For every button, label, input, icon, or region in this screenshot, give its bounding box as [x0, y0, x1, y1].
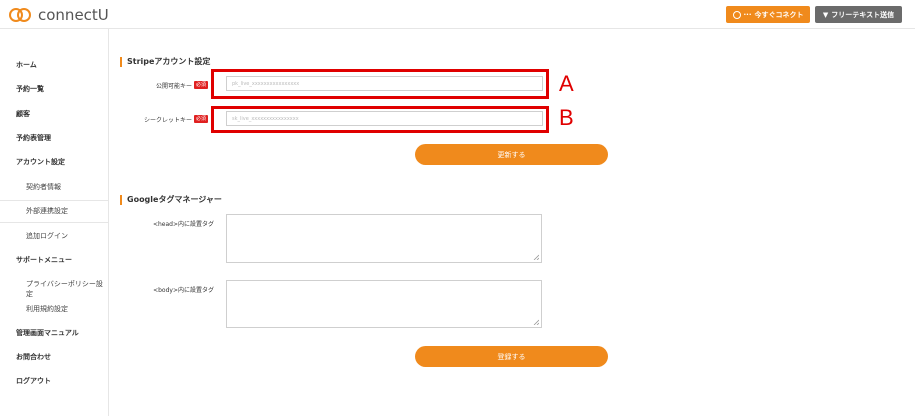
free-text-send-button[interactable]: ▼ フリーテキスト送信 — [815, 6, 902, 23]
sidebar-item-contact[interactable]: お問合わせ — [0, 352, 108, 362]
gtm-section-title: Googleタグマネージャー — [120, 195, 222, 205]
sidebar-item-external-integration[interactable]: 外部連携設定 — [0, 200, 108, 223]
annotation-box-a — [211, 69, 549, 99]
sidebar-item-home[interactable]: ホーム — [0, 60, 108, 70]
app-header: connectU ··· 今すぐコネクト ▼ フリーテキスト送信 — [0, 0, 915, 29]
body-tag-label: <body>内に設置タグ — [153, 287, 214, 294]
connectu-logo[interactable]: connectU — [9, 5, 109, 25]
annotation-label-b: B — [559, 105, 574, 130]
connect-now-button[interactable]: ··· 今すぐコネクト — [726, 6, 810, 23]
sidebar: ホーム 予約一覧 顧客 予約表管理 アカウント設定 契約者情報 外部連携設定 追… — [0, 29, 109, 416]
sidebar-item-terms[interactable]: 利用規約設定 — [0, 304, 108, 314]
register-button[interactable]: 登録する — [415, 346, 608, 367]
secret-key-label: シークレットキー — [143, 117, 192, 124]
update-button[interactable]: 更新する — [415, 144, 608, 165]
resize-grip-icon[interactable] — [533, 254, 539, 260]
stripe-section-title: Stripeアカウント設定 — [120, 57, 210, 67]
sidebar-item-schedule-management[interactable]: 予約表管理 — [0, 133, 108, 143]
public-key-required-badge: 必須 — [194, 81, 209, 89]
sidebar-item-support-menu[interactable]: サポートメニュー — [0, 255, 108, 265]
connect-icon — [732, 10, 741, 19]
free-text-send-label: フリーテキスト送信 — [831, 10, 895, 19]
annotation-box-b — [211, 106, 549, 133]
secret-key-required-badge: 必須 — [194, 115, 209, 123]
send-icon: ▼ — [822, 10, 829, 19]
head-tag-textarea[interactable] — [226, 214, 542, 263]
sidebar-item-privacy-policy[interactable]: プライバシーポリシー設定 — [0, 279, 108, 299]
sidebar-item-customers[interactable]: 顧客 — [0, 109, 108, 119]
logo-rings-icon — [9, 7, 33, 23]
connect-now-label: 今すぐコネクト — [754, 10, 804, 19]
annotation-label-a: A — [559, 71, 574, 96]
resize-grip-icon[interactable] — [533, 319, 539, 325]
public-key-label: 公開可能キー — [155, 83, 192, 90]
head-tag-label: <head>内に設置タグ — [152, 221, 214, 228]
sidebar-item-additional-login[interactable]: 追加ログイン — [0, 231, 108, 241]
logo-text: connectU — [38, 6, 109, 24]
sidebar-item-manual[interactable]: 管理画面マニュアル — [0, 328, 108, 338]
sidebar-item-account-settings[interactable]: アカウント設定 — [0, 157, 108, 167]
sidebar-item-logout[interactable]: ログアウト — [0, 376, 108, 386]
sidebar-item-reservations[interactable]: 予約一覧 — [0, 84, 108, 94]
connect-dots-icon: ··· — [743, 10, 752, 19]
body-tag-textarea[interactable] — [226, 280, 542, 328]
sidebar-item-contractor-info[interactable]: 契約者情報 — [0, 182, 108, 192]
